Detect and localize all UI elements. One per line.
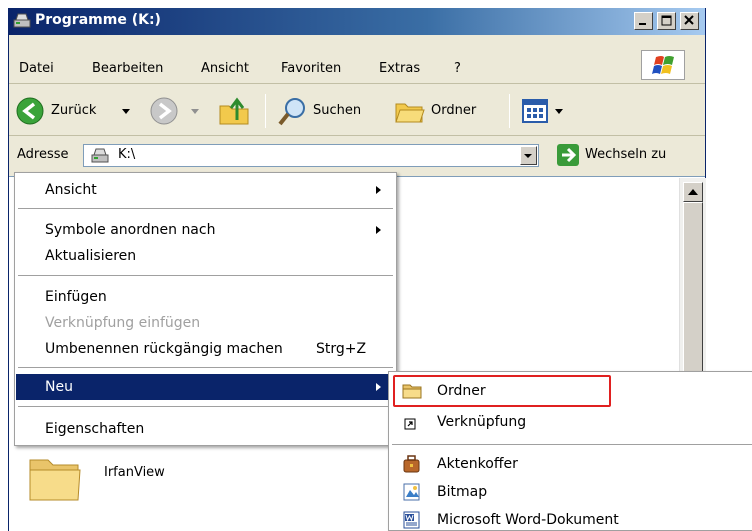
- bitmap-icon: [403, 483, 420, 501]
- sub-item-bitmap[interactable]: Bitmap: [390, 478, 752, 506]
- menu-bar: Datei Bearbeiten Ansicht Favoriten Extra…: [9, 50, 705, 84]
- scrollbar-thumb[interactable]: [683, 202, 703, 374]
- minimize-button[interactable]: [634, 12, 653, 30]
- chevron-down-icon[interactable]: [122, 109, 130, 115]
- ctx-item-undo-rename[interactable]: Umbenennen rückgängig machen Strg+Z: [16, 336, 395, 362]
- search-label[interactable]: Suchen: [313, 103, 361, 118]
- menu-tools[interactable]: Extras: [379, 61, 420, 76]
- menu-favorites[interactable]: Favoriten: [281, 61, 341, 76]
- toolbar-separator: [509, 94, 510, 128]
- folders-label[interactable]: Ordner: [431, 103, 476, 118]
- menu-separator: [18, 367, 393, 368]
- submenu-arrow-icon: [376, 383, 381, 391]
- ctx-item-label: Umbenennen rückgängig machen: [45, 341, 283, 357]
- ctx-item-label: Symbole anordnen nach: [45, 222, 216, 238]
- folder-icon: [29, 459, 81, 501]
- forward-arrow-icon[interactable]: [149, 96, 179, 126]
- drive-icon: [91, 148, 109, 163]
- back-label[interactable]: Zurück: [51, 103, 96, 118]
- maximize-button[interactable]: [657, 12, 676, 30]
- annotation-highlight-box: [393, 375, 611, 407]
- menu-edit[interactable]: Bearbeiten: [92, 61, 163, 76]
- word-document-icon: [403, 511, 420, 529]
- ctx-item-refresh[interactable]: Aktualisieren: [16, 243, 395, 269]
- menu-view[interactable]: Ansicht: [201, 61, 249, 76]
- address-label: Adresse: [17, 147, 69, 162]
- menu-file[interactable]: Datei: [19, 61, 54, 76]
- go-button-label[interactable]: Wechseln zu: [585, 147, 666, 162]
- menu-separator: [392, 444, 752, 445]
- submenu-arrow-icon: [376, 186, 381, 194]
- address-value[interactable]: K:\: [118, 147, 135, 162]
- sub-item-label: Bitmap: [437, 484, 488, 500]
- sub-item-label: Verknüpfung: [437, 414, 527, 430]
- file-item[interactable]: IrfanView: [26, 448, 206, 508]
- ctx-item-paste[interactable]: Einfügen: [16, 284, 395, 310]
- sub-item-label: Microsoft Word-Dokument: [437, 512, 619, 528]
- ctx-item-label: Aktualisieren: [45, 248, 137, 264]
- toolbar: Zurück Suchen Ordner: [9, 86, 705, 136]
- vertical-scrollbar[interactable]: [679, 178, 706, 378]
- views-icon[interactable]: [521, 97, 551, 125]
- chevron-down-icon[interactable]: [191, 109, 199, 115]
- menu-separator: [18, 275, 393, 276]
- folders-icon[interactable]: [394, 96, 426, 126]
- window-title: Programme (K:): [35, 12, 161, 28]
- address-field[interactable]: K:\: [83, 144, 539, 167]
- scroll-up-button[interactable]: [683, 182, 703, 202]
- sub-item-word-document[interactable]: Microsoft Word-Dokument: [390, 506, 752, 531]
- ctx-item-view[interactable]: Ansicht: [16, 177, 395, 203]
- shortcut-icon: [404, 418, 416, 430]
- windows-logo: [641, 50, 685, 80]
- close-button[interactable]: [680, 12, 699, 30]
- menu-separator: [18, 208, 393, 209]
- title-bar[interactable]: Programme (K:): [9, 8, 705, 35]
- ctx-item-label: Ansicht: [45, 182, 97, 198]
- context-menu: Ansicht Symbole anordnen nach Aktualisie…: [14, 172, 397, 446]
- go-arrow-icon[interactable]: [557, 144, 579, 166]
- back-arrow-icon[interactable]: [15, 96, 45, 126]
- sub-item-shortcut[interactable]: Verknüpfung: [390, 408, 752, 436]
- file-name: IrfanView: [104, 465, 165, 480]
- ctx-item-properties[interactable]: Eigenschaften: [16, 416, 395, 442]
- ctx-item-label: Neu: [45, 379, 73, 395]
- search-icon[interactable]: [277, 95, 309, 127]
- drive-icon: [13, 13, 31, 28]
- address-bar: Adresse K:\ Wechseln zu: [9, 138, 705, 174]
- chevron-down-icon[interactable]: [555, 109, 563, 115]
- ctx-item-new[interactable]: Neu: [16, 374, 395, 400]
- folder-up-icon[interactable]: [217, 94, 251, 128]
- toolbar-separator: [265, 94, 266, 128]
- ctx-item-label: Verknüpfung einfügen: [45, 315, 201, 331]
- ctx-item-label: Einfügen: [45, 289, 107, 305]
- menu-help[interactable]: ?: [454, 61, 461, 76]
- briefcase-icon: [403, 455, 420, 473]
- sub-item-label: Aktenkoffer: [437, 456, 518, 472]
- ctx-item-label: Eigenschaften: [45, 421, 145, 437]
- address-dropdown-button[interactable]: [520, 146, 537, 165]
- ctx-item-arrange[interactable]: Symbole anordnen nach: [16, 217, 395, 243]
- sub-item-briefcase[interactable]: Aktenkoffer: [390, 450, 752, 478]
- menu-separator: [18, 406, 393, 407]
- ctx-item-paste-shortcut: Verknüpfung einfügen: [16, 310, 395, 336]
- submenu-arrow-icon: [376, 226, 381, 234]
- ctx-item-shortcut: Strg+Z: [316, 341, 367, 357]
